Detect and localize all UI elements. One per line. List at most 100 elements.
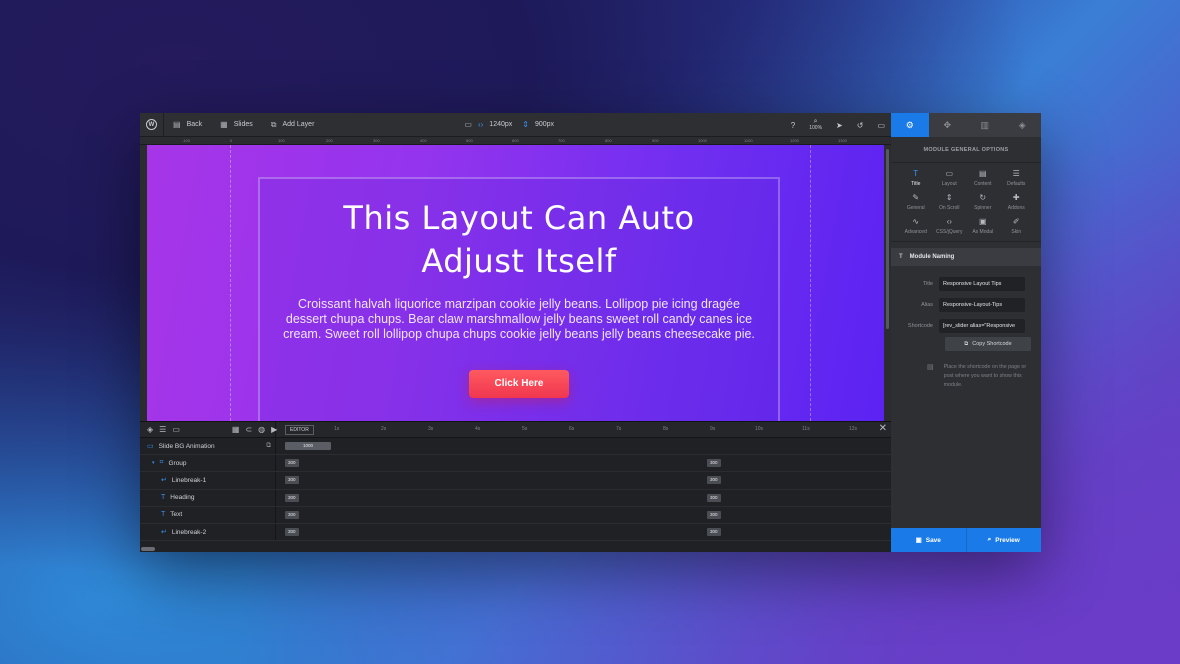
timeline-row[interactable]: ▾ ⌗ Group 300 300 — [140, 455, 891, 473]
heading-layer[interactable]: This Layout Can Auto Adjust Itself — [260, 197, 778, 283]
tab-layers[interactable]: ◈ — [1004, 113, 1042, 137]
timing-chip[interactable]: 300 — [285, 527, 299, 536]
option-advanced[interactable]: ∿ Advanced — [899, 217, 933, 235]
option-on-scroll[interactable]: ⇕ On Scroll — [933, 193, 967, 211]
undo-icon[interactable]: ↺ — [857, 121, 864, 130]
timing-chip[interactable]: 300 — [707, 510, 721, 519]
canvas-scrollbar[interactable] — [884, 145, 891, 421]
option-css-jquery[interactable]: ‹› CSS/jQuery — [933, 217, 967, 235]
group-layer[interactable]: This Layout Can Auto Adjust Itself Crois… — [258, 177, 780, 421]
caret-down-icon[interactable]: ▾ — [152, 460, 155, 466]
timing-chip[interactable]: 300 — [285, 476, 299, 485]
cta-button-layer[interactable]: Click Here — [468, 370, 570, 398]
slides-button[interactable]: ▦ Slides — [211, 113, 262, 137]
timing-chip[interactable]: 300 — [285, 493, 299, 502]
title-input[interactable]: Responsive Layout Tips — [939, 276, 1025, 291]
globe-icon[interactable]: ◍ — [258, 425, 265, 434]
ruler-left — [140, 145, 147, 421]
layer-label: ↵ Linebreak-1 — [140, 472, 276, 489]
alias-input[interactable]: Responsive-Layout-Tips — [939, 297, 1025, 312]
preview-button[interactable]: ⌕ Preview — [965, 528, 1041, 552]
timeline-track[interactable]: 300 300 — [276, 455, 891, 471]
save-button[interactable]: ▣ Save — [891, 528, 966, 552]
timeline-row[interactable]: ↵ Linebreak-2 300 300 — [140, 523, 891, 542]
option-content[interactable]: ▤ Content — [966, 169, 1000, 187]
zoom-control[interactable]: ⌕ 100% — [809, 118, 823, 131]
timing-chip[interactable]: 300 — [707, 493, 721, 502]
wordpress-icon: W — [146, 119, 157, 130]
modal-icon: ▣ — [978, 217, 987, 226]
time-tick: 8s — [663, 426, 669, 432]
option-as-modal[interactable]: ▣ As Modal — [966, 217, 1000, 235]
tab-settings[interactable]: ⚙ — [891, 113, 929, 137]
option-spinner[interactable]: ↻ Spinner — [966, 193, 1000, 211]
help-icon[interactable]: ? — [791, 121, 795, 130]
tab-slides[interactable]: ▥ — [966, 113, 1004, 137]
preview-monitor-icon[interactable]: ▭ — [877, 121, 885, 130]
list-icon[interactable]: ☰ — [159, 425, 166, 434]
copy-shortcode-button[interactable]: ⧉ Copy Shortcode — [945, 337, 1031, 351]
option-label: Content — [973, 181, 992, 187]
timeline-track[interactable]: 300 300 — [276, 524, 891, 540]
save-icon: ▣ — [915, 537, 922, 544]
back-button[interactable]: ▤ Back — [164, 113, 211, 137]
option-title[interactable]: T Title — [899, 169, 933, 187]
option-skin[interactable]: ✐ Skin — [1000, 217, 1034, 235]
text-layer[interactable]: Croissant halvah liquorice marzipan cook… — [279, 297, 759, 342]
timeline-row[interactable]: ↵ Linebreak-1 300 300 — [140, 472, 891, 490]
option-layout[interactable]: ▭ Layout — [933, 169, 967, 187]
copy-shortcode-label: Copy Shortcode — [972, 341, 1012, 347]
width-value[interactable]: 1240px — [489, 121, 512, 128]
option-defaults[interactable]: ☰ Defaults — [1000, 169, 1034, 187]
section-header-module-naming[interactable]: T Module Naming — [891, 248, 1041, 266]
timeline-row[interactable]: T Heading 300 300 — [140, 489, 891, 507]
timing-chip[interactable]: 300 — [707, 476, 721, 485]
timeline-track[interactable]: 300 300 — [276, 472, 891, 488]
layer-label: T Text — [140, 506, 276, 523]
wordpress-logo[interactable]: W — [140, 113, 164, 137]
option-addons[interactable]: ✚ Addons — [1000, 193, 1034, 211]
device-selector[interactable]: ▭ ‹› 1240px ⇕ 900px — [455, 113, 563, 137]
timing-chip[interactable]: 300 — [707, 527, 721, 536]
layers-toggle-icon[interactable]: ◈ — [147, 425, 153, 434]
timeline-track[interactable]: 300 300 — [276, 490, 891, 506]
height-value[interactable]: 900px — [535, 121, 554, 128]
scrollbar-thumb[interactable] — [886, 149, 889, 329]
timeline-scrollbar[interactable] — [140, 546, 891, 552]
add-layer-button[interactable]: ⧉ Add Layer — [262, 113, 324, 137]
time-tick: 2s — [381, 426, 387, 432]
zoom-value: 100% — [809, 125, 823, 131]
back-icon: ▤ — [173, 120, 181, 129]
layer-label: ▾ ⌗ Group — [140, 455, 276, 472]
timeline-row[interactable]: ▭ Slide BG Animation ⧉ 1000 — [140, 438, 891, 456]
slide-canvas[interactable]: This Layout Can Auto Adjust Itself Crois… — [147, 145, 891, 421]
title-field-row: Title Responsive Layout Tips — [891, 274, 1041, 293]
option-label: Title — [911, 181, 921, 187]
timing-chip[interactable]: 300 — [285, 510, 299, 519]
editor-mode-tag[interactable]: EDITOR — [285, 425, 314, 435]
close-icon[interactable]: ✕ — [879, 423, 887, 434]
time-tick: 5s — [522, 426, 528, 432]
layer-name: Linebreak-2 — [171, 528, 207, 536]
timeline-row[interactable]: T Text 300 300 — [140, 506, 891, 524]
shortcode-input[interactable]: [rev_slider alias="Responsive — [939, 318, 1025, 333]
scrollbar-thumb[interactable] — [141, 547, 155, 551]
timing-chip[interactable]: 300 — [707, 459, 721, 468]
copy-icon[interactable]: ⧉ — [266, 442, 271, 450]
ruler-tick: 1200 — [790, 138, 799, 143]
timing-chip[interactable]: 300 — [285, 459, 299, 468]
folder-icon[interactable]: ▭ — [172, 425, 180, 434]
layer-label: ▭ Slide BG Animation ⧉ — [140, 438, 276, 455]
timeline-track[interactable]: 1000 — [276, 438, 891, 454]
title-icon: T — [913, 169, 919, 178]
magnet-icon[interactable]: ⊂ — [245, 425, 252, 434]
option-general[interactable]: ✎ General — [899, 193, 933, 211]
time-tick: 3s — [428, 426, 434, 432]
time-tick: 10s — [755, 426, 764, 432]
tab-navigation[interactable]: ✥ — [929, 113, 967, 137]
timing-chip[interactable]: 1000 — [285, 442, 331, 450]
grid-icon[interactable]: ▦ — [232, 425, 240, 434]
timeline-track[interactable]: 300 300 — [276, 507, 891, 523]
cursor-icon[interactable]: ➤ — [836, 121, 843, 130]
option-label: As Modal — [972, 229, 994, 235]
